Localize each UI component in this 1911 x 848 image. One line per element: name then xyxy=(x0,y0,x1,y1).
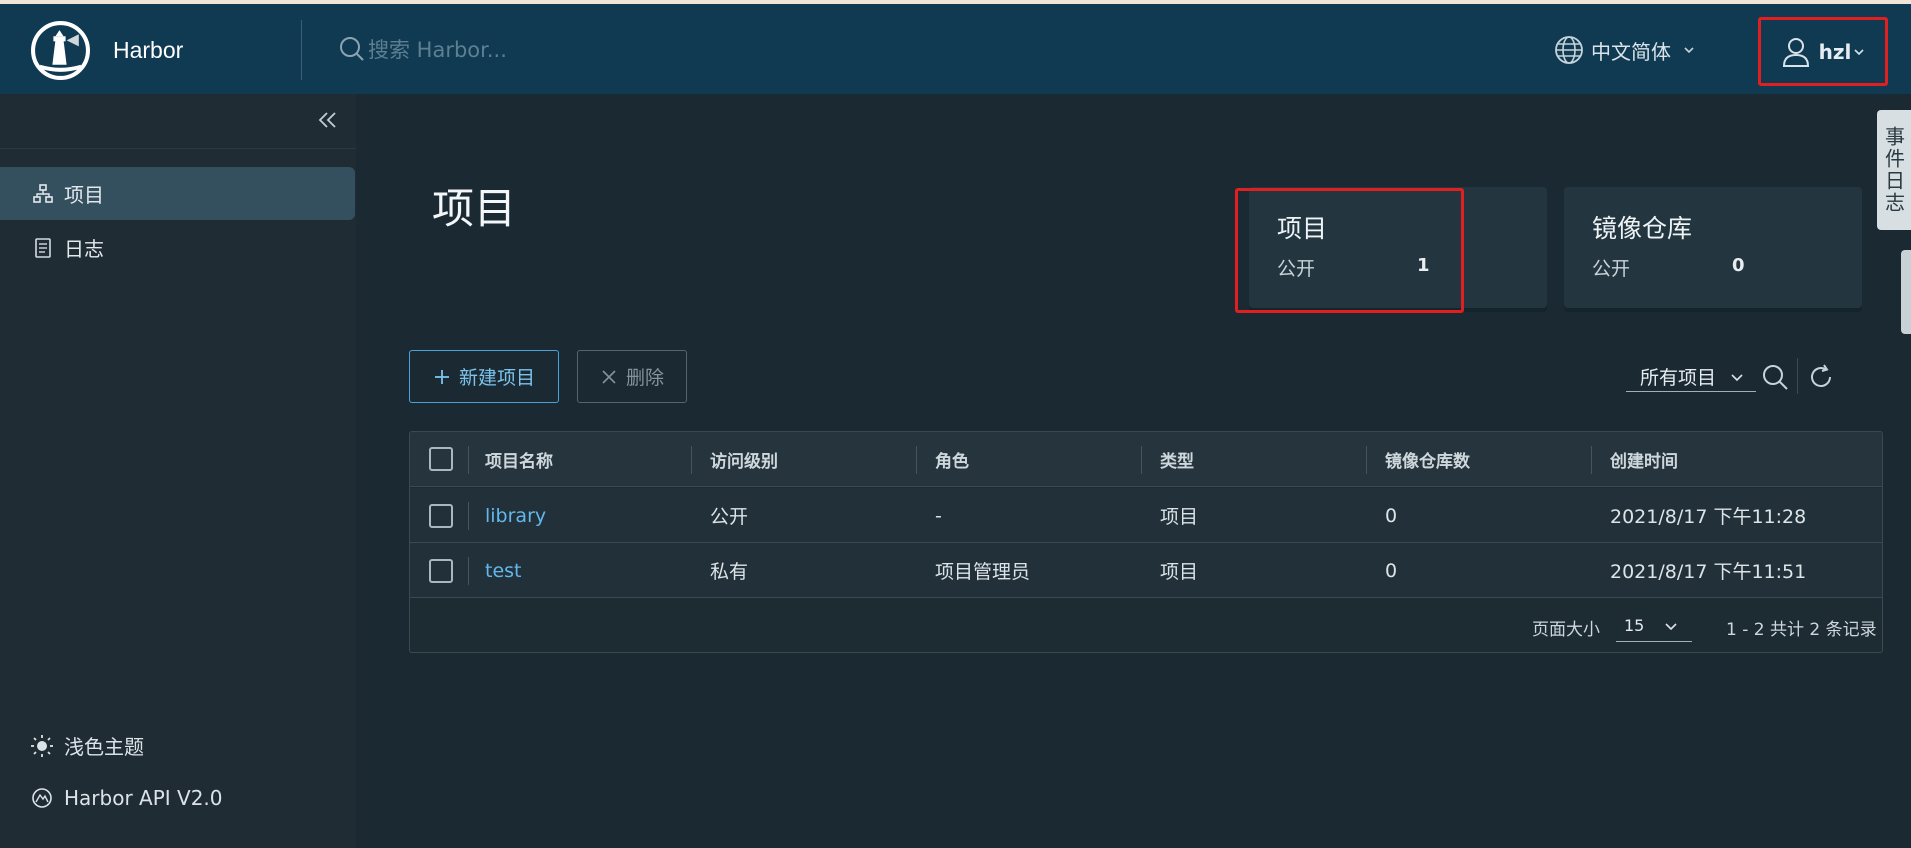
plus-icon xyxy=(434,369,449,384)
access-level: 公开 xyxy=(710,506,749,528)
projects-table: 项目名称 访问级别 角色 类型 镜像仓库数 创建时间 library 公开 - … xyxy=(409,431,1883,653)
column-header-name[interactable]: 项目名称 xyxy=(485,432,553,487)
api-icon xyxy=(32,788,52,808)
logs-icon xyxy=(35,237,51,258)
chevron-down-icon xyxy=(1731,373,1743,381)
creation-time: 2021/8/17 下午11:51 xyxy=(1610,561,1807,583)
globe-icon xyxy=(1555,36,1583,64)
summary-card-repositories: 镜像仓库 公开 0 xyxy=(1564,187,1862,308)
language-label: 中文简体 xyxy=(1591,39,1671,64)
record-count: 1 - 2 共计 2 条记录 xyxy=(1726,620,1877,640)
close-icon xyxy=(602,369,616,384)
column-header-repo-count[interactable]: 镜像仓库数 xyxy=(1385,432,1470,487)
user-menu[interactable]: hzl xyxy=(1758,17,1888,86)
delete-button[interactable]: 删除 xyxy=(577,350,687,403)
chevron-down-icon xyxy=(1665,622,1677,630)
new-project-label: 新建项目 xyxy=(458,367,535,389)
column-divider xyxy=(1141,446,1142,474)
select-all-checkbox[interactable] xyxy=(429,447,453,471)
table-row: library 公开 - 项目 0 2021/8/17 下午11:28 xyxy=(410,488,1882,543)
chevron-down-icon xyxy=(1854,48,1864,55)
role: 项目管理员 xyxy=(935,561,1031,583)
header-divider xyxy=(301,20,302,80)
sun-icon xyxy=(31,734,53,757)
page-size-select[interactable]: 15 xyxy=(1616,610,1692,642)
column-divider xyxy=(468,557,469,585)
highlight-box xyxy=(1235,188,1464,313)
language-selector[interactable]: 中文简体 xyxy=(1553,34,1701,66)
project-name-link[interactable]: test xyxy=(485,543,522,598)
toolbar-divider xyxy=(1797,358,1798,394)
delete-label: 删除 xyxy=(625,367,664,389)
row-checkbox[interactable] xyxy=(429,559,453,583)
event-log-tab[interactable]: 事件日志 xyxy=(1877,110,1911,230)
new-project-button[interactable]: 新建项目 xyxy=(409,350,559,403)
table-footer: 页面大小 15 1 - 2 共计 2 条记录 xyxy=(410,598,1882,652)
light-theme-label: 浅色主题 xyxy=(64,735,144,759)
type: 项目 xyxy=(1160,506,1199,528)
global-search[interactable]: 搜索 Harbor... xyxy=(338,34,507,64)
column-header-role[interactable]: 角色 xyxy=(935,432,969,487)
harbor-logo-icon xyxy=(31,21,90,80)
search-input[interactable]: 搜索 Harbor... xyxy=(368,34,507,64)
column-divider xyxy=(1366,446,1367,474)
sidebar-item-label: 项目 xyxy=(64,183,104,207)
page-size-value: 15 xyxy=(1624,616,1645,635)
card-title: 镜像仓库 xyxy=(1592,214,1693,243)
sidebar-item-logs[interactable]: 日志 xyxy=(0,221,355,274)
column-divider xyxy=(916,446,917,474)
column-divider xyxy=(468,446,469,474)
top-header: Harbor 搜索 Harbor... 中文简体 hzl xyxy=(0,4,1911,94)
username: hzl xyxy=(1818,39,1852,64)
harbor-api-link[interactable]: Harbor API V2.0 xyxy=(30,786,223,810)
side-panel-handle[interactable] xyxy=(1901,250,1911,334)
role: - xyxy=(935,504,942,527)
column-header-type[interactable]: 类型 xyxy=(1160,432,1194,487)
sidebar-divider xyxy=(0,148,356,149)
card-label: 公开 xyxy=(1592,258,1631,280)
event-log-label: 事件日志 xyxy=(1881,126,1906,214)
row-checkbox[interactable] xyxy=(429,504,453,528)
column-divider xyxy=(691,446,692,474)
page-title: 项目 xyxy=(432,184,517,233)
page-size-label: 页面大小 xyxy=(1532,620,1600,640)
search-icon xyxy=(340,37,364,61)
table-header: 项目名称 访问级别 角色 类型 镜像仓库数 创建时间 xyxy=(410,432,1882,487)
filter-value: 所有项目 xyxy=(1640,367,1717,389)
brand-name: Harbor xyxy=(113,37,184,63)
column-header-access[interactable]: 访问级别 xyxy=(710,432,778,487)
chevron-down-icon xyxy=(1684,47,1694,54)
collapse-sidebar-icon[interactable] xyxy=(316,108,340,132)
user-icon xyxy=(1782,37,1809,67)
project-filter-select[interactable]: 所有项目 xyxy=(1626,362,1756,392)
repo-count: 0 xyxy=(1385,504,1398,527)
access-level: 私有 xyxy=(710,561,749,583)
column-divider xyxy=(1591,446,1592,474)
table-row: test 私有 项目管理员 项目 0 2021/8/17 下午11:51 xyxy=(410,543,1882,598)
column-divider xyxy=(468,502,469,530)
repo-count: 0 xyxy=(1385,559,1398,582)
projects-icon xyxy=(33,183,53,203)
project-name-link[interactable]: library xyxy=(485,488,546,543)
column-header-created[interactable]: 创建时间 xyxy=(1610,432,1678,487)
card-value: 0 xyxy=(1732,255,1745,276)
type: 项目 xyxy=(1160,561,1199,583)
sidebar-item-projects[interactable]: 项目 xyxy=(0,167,355,220)
creation-time: 2021/8/17 下午11:28 xyxy=(1610,506,1807,528)
search-icon[interactable] xyxy=(1760,362,1790,392)
sidebar-item-label: 日志 xyxy=(64,237,104,261)
refresh-icon[interactable] xyxy=(1806,362,1836,392)
brand[interactable]: Harbor xyxy=(30,20,183,81)
light-theme-toggle[interactable]: 浅色主题 xyxy=(30,731,144,760)
harbor-api-label: Harbor API V2.0 xyxy=(64,786,223,810)
